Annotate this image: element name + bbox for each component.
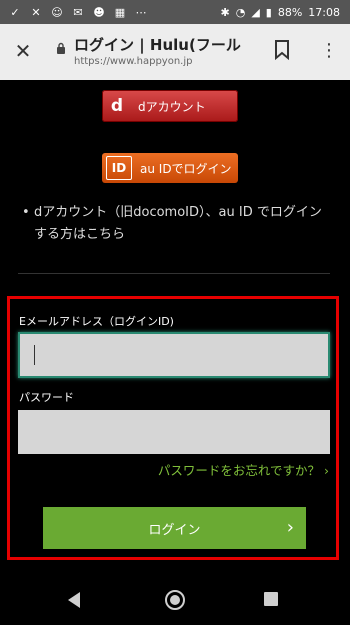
check-icon: ✓ — [10, 5, 20, 19]
overflow-menu-icon[interactable]: ⋮ — [320, 40, 338, 62]
grid-icon: ▦ — [114, 5, 126, 19]
password-label: パスワード — [19, 391, 74, 404]
lock-icon — [56, 42, 66, 54]
note-bullet: • — [22, 205, 30, 220]
notification-icons: ✓ ✕ ☺ ✉ ☻ ▦ ⋯ — [0, 5, 148, 19]
text-cursor — [34, 345, 35, 365]
home-icon[interactable] — [164, 589, 186, 611]
more-icon: ⋯ — [135, 5, 147, 19]
dacc-logo: d — [110, 96, 124, 116]
chevron-right-icon: › — [286, 517, 294, 538]
battery-level: 88% — [277, 5, 303, 19]
dacc-label: dアカウント — [138, 99, 206, 114]
signal-off-icon: ✕ — [31, 5, 41, 19]
back-icon[interactable] — [66, 591, 82, 609]
email-field[interactable] — [18, 332, 330, 378]
browser-toolbar: ✕ ログイン | Hulu(フール https://www.happyon.jp… — [0, 24, 350, 80]
system-icons: ✱ ◔ ◢ ▮ 88% 17:08 — [220, 6, 350, 19]
page-url: https://www.happyon.jp — [74, 56, 193, 67]
dacc-login-button[interactable]: d dアカウント — [102, 90, 238, 122]
battery-icon: ▮ — [265, 5, 272, 19]
clock: 17:08 — [308, 5, 340, 19]
recent-apps-icon[interactable] — [264, 592, 278, 606]
au-id-logo: ID — [106, 156, 132, 180]
close-icon[interactable]: ✕ — [10, 38, 36, 64]
password-field[interactable] — [18, 410, 330, 454]
cell-signal-icon: ◢ — [251, 5, 260, 19]
login-button-label: ログイン — [148, 522, 201, 538]
wifi-icon: ◔ — [235, 5, 246, 19]
face-icon: ☻ — [93, 5, 105, 19]
mail-icon: ✉ — [73, 5, 83, 19]
email-label: Eメールアドレス（ログインID) — [19, 315, 174, 328]
page-title: ログイン | Hulu(フール — [74, 36, 241, 54]
status-bar: ✓ ✕ ☺ ✉ ☻ ▦ ⋯ ✱ ◔ ◢ ▮ 88% 17:08 — [0, 0, 350, 24]
bookmark-icon[interactable] — [274, 40, 292, 62]
au-login-label: au IDでログイン — [140, 161, 232, 176]
cat-icon: ☺ — [51, 5, 63, 19]
bluetooth-icon: ✱ — [220, 5, 230, 19]
au-login-button[interactable]: ID au IDでログイン — [102, 153, 238, 183]
divider — [18, 273, 330, 274]
forgot-password-link[interactable]: パスワードをお忘れですか？ › — [158, 460, 329, 479]
login-button[interactable]: ログイン › — [43, 507, 306, 549]
navigation-bar — [0, 575, 350, 625]
note-text: dアカウント（旧docomoID）、au ID でログインする方はこちら — [34, 205, 322, 242]
alt-login-note: • dアカウント（旧docomoID）、au ID でログインする方はこちら — [22, 202, 332, 246]
